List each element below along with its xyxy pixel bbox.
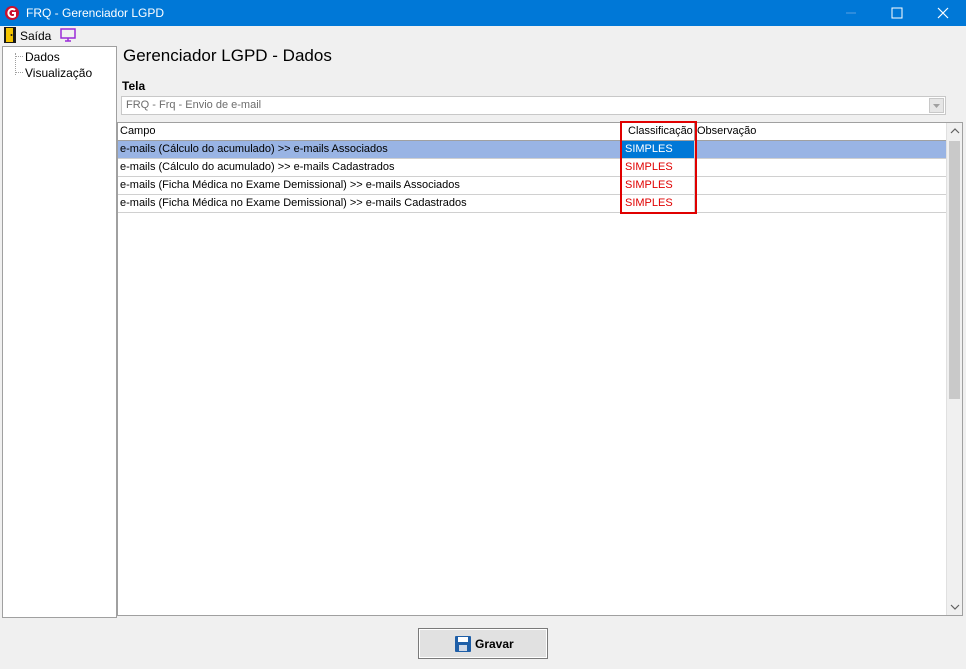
- column-header-observacao[interactable]: Observação: [695, 123, 946, 140]
- tree-connector: [15, 56, 23, 57]
- close-icon: [937, 7, 949, 19]
- maximize-icon: [891, 7, 903, 19]
- maximize-button[interactable]: [874, 0, 920, 26]
- app-logo-icon: [5, 6, 19, 20]
- column-header-campo[interactable]: Campo: [118, 123, 621, 140]
- tela-label: Tela: [122, 79, 146, 93]
- exit-menu-item[interactable]: Saída: [20, 29, 51, 43]
- chevron-down-icon: [933, 104, 940, 108]
- tree-item-dados[interactable]: Dados: [25, 50, 60, 64]
- dropdown-button[interactable]: [929, 98, 944, 113]
- floppy-disk-icon: [455, 636, 471, 652]
- cell-observacao[interactable]: [695, 195, 946, 212]
- save-label: Gravar: [475, 637, 514, 651]
- fields-grid: Campo Classificação Observação e-mails (…: [117, 122, 963, 616]
- chevron-up-icon: [950, 128, 960, 134]
- table-row[interactable]: e-mails (Ficha Médica no Exame Demission…: [118, 195, 946, 213]
- cell-campo[interactable]: e-mails (Ficha Médica no Exame Demission…: [118, 195, 621, 212]
- chevron-down-icon: [950, 604, 960, 610]
- window-title: FRQ - Gerenciador LGPD: [26, 6, 165, 20]
- monitor-icon[interactable]: [60, 28, 76, 42]
- navigation-tree: Dados Visualização: [2, 46, 117, 618]
- minimize-button[interactable]: [828, 0, 874, 26]
- cell-observacao[interactable]: [695, 141, 946, 158]
- table-row[interactable]: e-mails (Cálculo do acumulado) >> e-mail…: [118, 141, 946, 159]
- menu-bar: Saída: [0, 26, 966, 46]
- scroll-down-button[interactable]: [947, 599, 963, 615]
- classification-highlight: [620, 121, 697, 214]
- close-button[interactable]: [920, 0, 966, 26]
- scrollbar-thumb[interactable]: [949, 141, 960, 399]
- cell-campo[interactable]: e-mails (Cálculo do acumulado) >> e-mail…: [118, 141, 621, 158]
- cell-campo[interactable]: e-mails (Cálculo do acumulado) >> e-mail…: [118, 159, 621, 176]
- title-bar: FRQ - Gerenciador LGPD: [0, 0, 966, 26]
- cell-observacao[interactable]: [695, 159, 946, 176]
- cell-campo[interactable]: e-mails (Ficha Médica no Exame Demission…: [118, 177, 621, 194]
- tela-select[interactable]: FRQ - Frq - Envio de e-mail: [121, 96, 946, 115]
- vertical-scrollbar[interactable]: [946, 123, 962, 615]
- minimize-icon: [846, 12, 856, 14]
- grid-header: Campo Classificação Observação: [118, 123, 946, 141]
- tela-select-value: FRQ - Frq - Envio de e-mail: [126, 99, 262, 111]
- table-row[interactable]: e-mails (Cálculo do acumulado) >> e-mail…: [118, 159, 946, 177]
- exit-door-icon[interactable]: [4, 27, 16, 43]
- tree-connector: [15, 72, 23, 73]
- scroll-up-button[interactable]: [947, 123, 963, 139]
- table-row[interactable]: e-mails (Ficha Médica no Exame Demission…: [118, 177, 946, 195]
- cell-observacao[interactable]: [695, 177, 946, 194]
- tree-item-visualizacao[interactable]: Visualização: [25, 66, 92, 80]
- save-button[interactable]: Gravar: [418, 628, 548, 659]
- page-title: Gerenciador LGPD - Dados: [123, 46, 332, 65]
